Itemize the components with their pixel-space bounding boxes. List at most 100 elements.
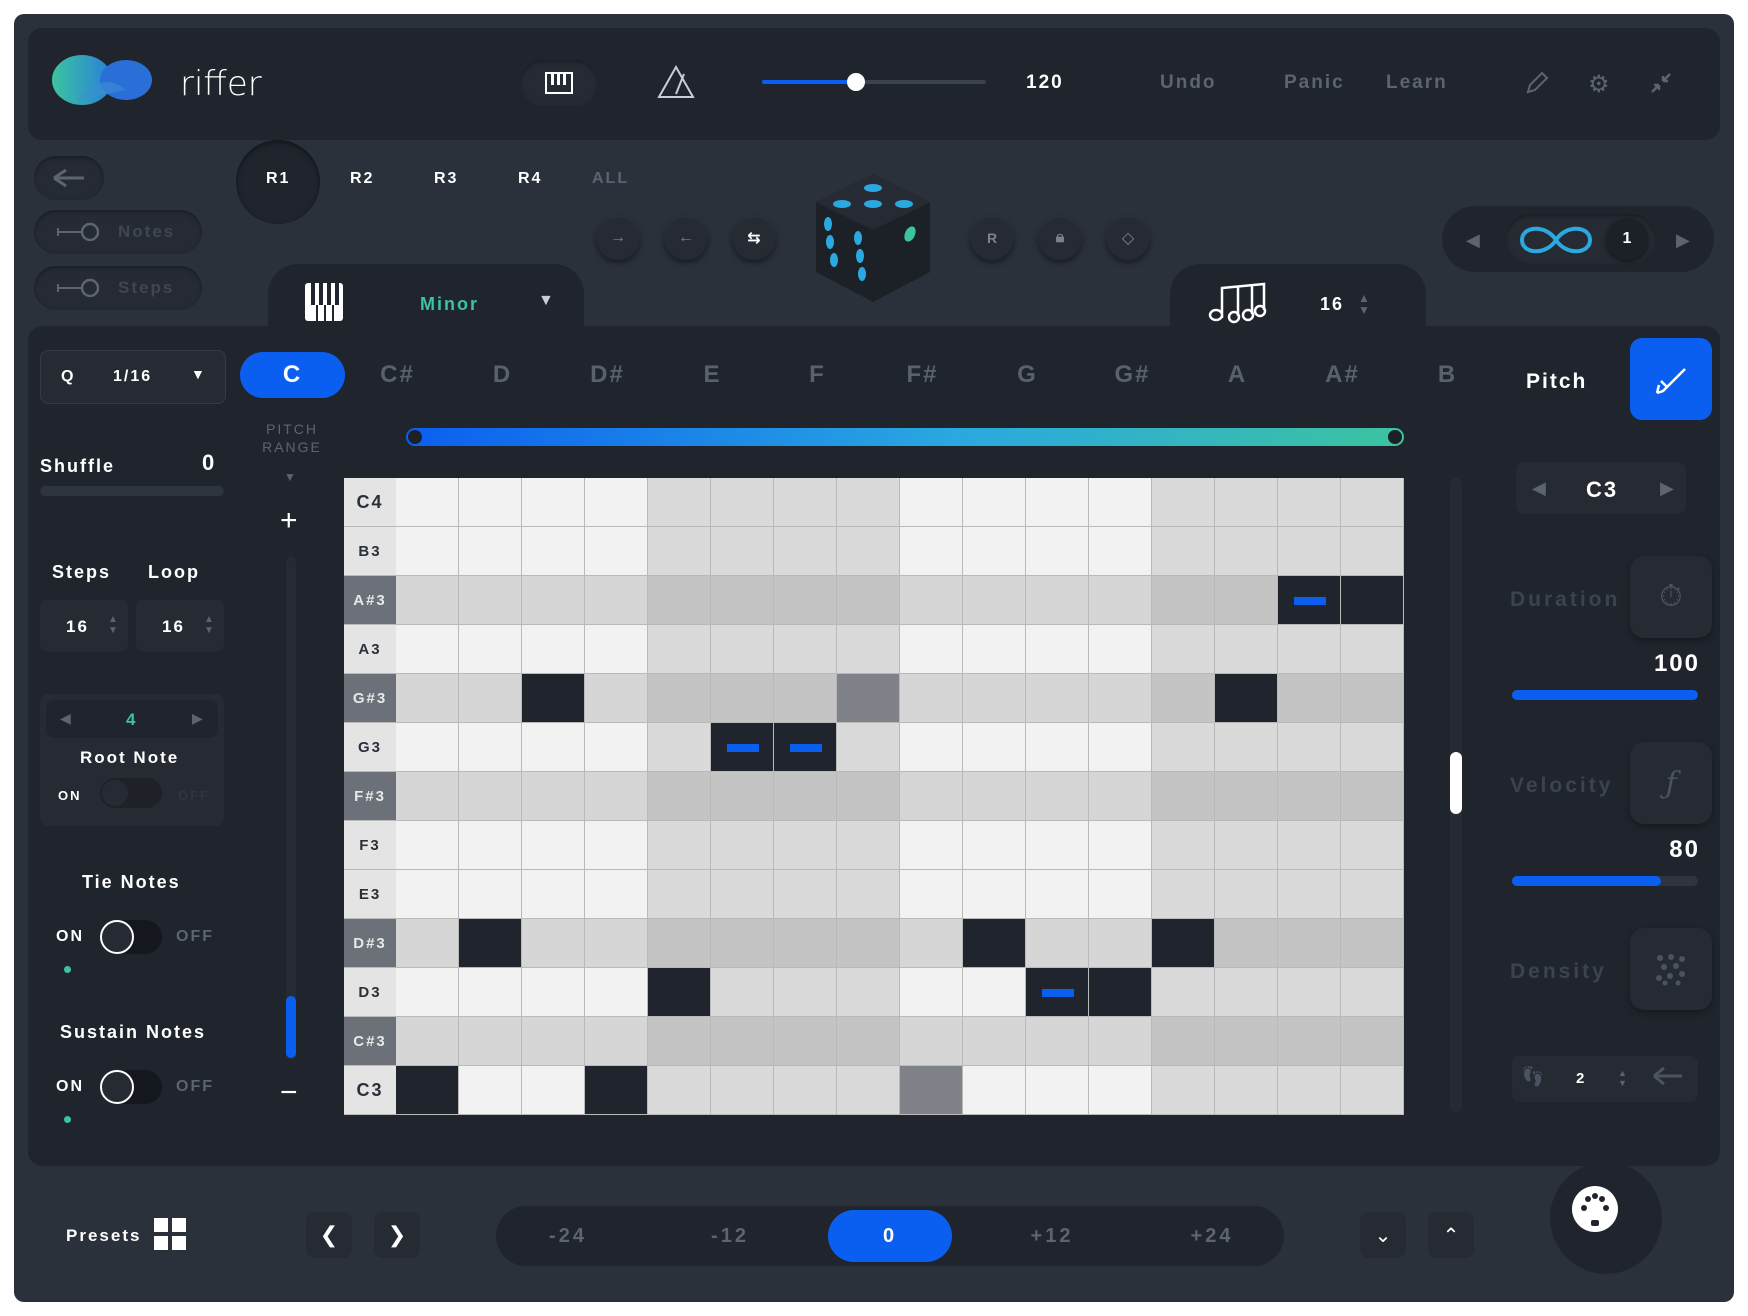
panic-button[interactable]: Panic [1284, 72, 1345, 94]
grid-cell[interactable] [396, 1066, 459, 1115]
grid-cell[interactable] [585, 968, 648, 1017]
grid-cell[interactable] [1026, 870, 1089, 919]
grid-cell[interactable] [396, 478, 459, 527]
grid-cell[interactable] [459, 527, 522, 576]
grid-cell[interactable] [1152, 625, 1215, 674]
grid-cell[interactable] [900, 478, 963, 527]
grid-cell[interactable] [1215, 674, 1278, 723]
grid-cell[interactable] [459, 1017, 522, 1066]
keyboard-mode-button[interactable] [520, 60, 598, 106]
grid-cell[interactable] [1278, 1066, 1341, 1115]
grid-cell[interactable] [585, 870, 648, 919]
grid-cell[interactable] [1089, 1017, 1152, 1066]
stepper-arrows-icon[interactable]: ▲ ▼ [1618, 1068, 1627, 1088]
grid-cell[interactable] [1152, 919, 1215, 968]
shift-left-button[interactable]: ← [664, 216, 708, 260]
presets-label[interactable]: Presets [66, 1226, 141, 1246]
grid-cell[interactable] [585, 1017, 648, 1066]
grid-cell[interactable] [459, 870, 522, 919]
grid-cell[interactable] [1215, 527, 1278, 576]
grid-cell[interactable] [648, 821, 711, 870]
triangle-right-icon[interactable]: ▶ [1660, 478, 1674, 499]
grid-cell[interactable] [1089, 723, 1152, 772]
grid-cell[interactable] [774, 1017, 837, 1066]
grid-cell[interactable] [774, 478, 837, 527]
quantize-select[interactable]: Q 1/16 ▼ [40, 350, 226, 404]
grid-cell[interactable] [1152, 1066, 1215, 1115]
grid-cell[interactable] [648, 1066, 711, 1115]
key-c-sharp[interactable]: C# [345, 352, 450, 398]
grid-cell[interactable] [1152, 821, 1215, 870]
grid-cell[interactable] [522, 478, 585, 527]
density-button[interactable] [1630, 928, 1712, 1010]
grid-cell[interactable] [774, 821, 837, 870]
grid-cell[interactable] [963, 968, 1026, 1017]
grid-cell[interactable] [1341, 625, 1404, 674]
grid-cell[interactable] [774, 527, 837, 576]
grid-cell[interactable] [396, 1017, 459, 1066]
steps-toggle[interactable]: Steps [34, 266, 202, 310]
grid-cell[interactable] [774, 674, 837, 723]
grid-cell[interactable] [459, 772, 522, 821]
grid-cell[interactable] [963, 527, 1026, 576]
grid-cell[interactable] [522, 772, 585, 821]
grid-cell[interactable] [1152, 527, 1215, 576]
grid-cell[interactable] [585, 919, 648, 968]
grid-cell[interactable] [648, 527, 711, 576]
grid-cell[interactable] [1152, 772, 1215, 821]
grid-cell[interactable] [1215, 821, 1278, 870]
grid-cell[interactable] [648, 919, 711, 968]
grid-cell[interactable] [711, 576, 774, 625]
octave-button[interactable]: -24 [506, 1210, 630, 1262]
tab-all[interactable]: ALL [592, 170, 629, 188]
grid-cell[interactable] [1341, 821, 1404, 870]
grid-cell[interactable] [1278, 968, 1341, 1017]
midi-button[interactable] [1572, 1186, 1618, 1232]
grid-cell[interactable] [711, 674, 774, 723]
tab-r3[interactable]: R3 [434, 170, 458, 188]
grid-cell[interactable] [963, 674, 1026, 723]
grid-cell[interactable] [837, 772, 900, 821]
key-d[interactable]: D [450, 352, 555, 398]
loop-next-icon[interactable]: ▶ [1676, 230, 1690, 251]
stepper-arrows-icon[interactable]: ▲ ▼ [108, 614, 118, 636]
grid-cell[interactable] [711, 625, 774, 674]
key-g-sharp[interactable]: G# [1080, 352, 1185, 398]
footprints-icon[interactable]: 👣︎ [1520, 1064, 1545, 1089]
grid-cell[interactable] [711, 821, 774, 870]
grid-cell[interactable] [648, 625, 711, 674]
pitch-note-selector[interactable]: ◀ C3 ▶ [1516, 462, 1686, 514]
grid-cell[interactable] [1152, 968, 1215, 1017]
grid-cell[interactable] [459, 723, 522, 772]
grid-cell[interactable] [1278, 821, 1341, 870]
grid-cell[interactable] [1215, 625, 1278, 674]
grid-cell[interactable] [522, 1066, 585, 1115]
key-a[interactable]: A [1185, 352, 1290, 398]
shuffle-slider[interactable] [40, 486, 224, 496]
grid-cell[interactable] [1152, 478, 1215, 527]
grid-cell[interactable] [900, 1017, 963, 1066]
grid-cell[interactable] [900, 576, 963, 625]
grid-cell[interactable] [1215, 968, 1278, 1017]
note-marker[interactable] [1041, 988, 1074, 997]
zoom-in-button[interactable]: + [280, 504, 298, 538]
grid-cell[interactable] [396, 968, 459, 1017]
grid-cell[interactable] [1341, 576, 1404, 625]
grid-cell[interactable] [774, 968, 837, 1017]
tie-notes-toggle[interactable] [100, 920, 162, 954]
gear-icon[interactable]: ⚙ [1588, 70, 1610, 99]
grid-cell[interactable] [837, 1066, 900, 1115]
grid-cell[interactable] [963, 723, 1026, 772]
grid-cell[interactable] [459, 625, 522, 674]
grid-cell[interactable] [1278, 723, 1341, 772]
grid-cell[interactable] [585, 576, 648, 625]
scale-select[interactable]: Minor [420, 294, 479, 315]
grid-cell[interactable] [837, 870, 900, 919]
triangle-left-icon[interactable]: ◀ [60, 710, 71, 727]
grid-cell[interactable] [459, 821, 522, 870]
grid-cell[interactable] [963, 1066, 1026, 1115]
grid-cell[interactable] [711, 968, 774, 1017]
grid-cell[interactable] [711, 1066, 774, 1115]
grid-cell[interactable] [963, 821, 1026, 870]
velocity-slider[interactable] [1512, 876, 1698, 886]
